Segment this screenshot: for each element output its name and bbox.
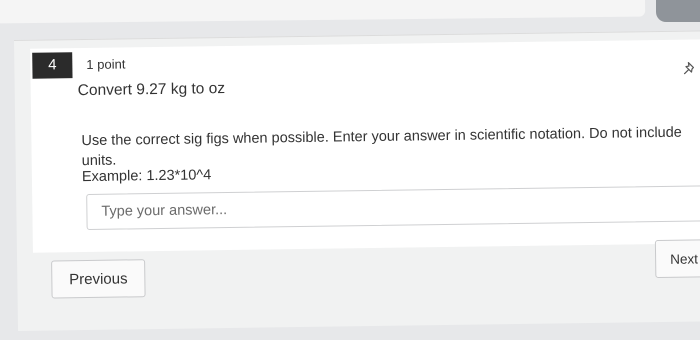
question-sheet: 4 1 point Convert 9.27 kg to oz Use the … xyxy=(14,30,700,331)
previous-button[interactable]: Previous xyxy=(51,259,146,299)
previous-question-card-edge xyxy=(0,0,646,24)
question-prompt: Convert 9.27 kg to oz xyxy=(77,80,226,100)
next-button[interactable]: Next xyxy=(654,239,700,279)
question-points: 1 point xyxy=(86,56,126,72)
question-number: 4 xyxy=(32,52,73,79)
pin-icon[interactable] xyxy=(680,59,698,77)
corner-tab xyxy=(656,0,700,22)
answer-input[interactable] xyxy=(86,185,700,231)
question-instructions: Use the correct sig figs when possible. … xyxy=(81,124,682,170)
question-card: 4 1 point Convert 9.27 kg to oz Use the … xyxy=(30,39,700,253)
question-example: Example: 1.23*10^4 xyxy=(81,167,212,186)
